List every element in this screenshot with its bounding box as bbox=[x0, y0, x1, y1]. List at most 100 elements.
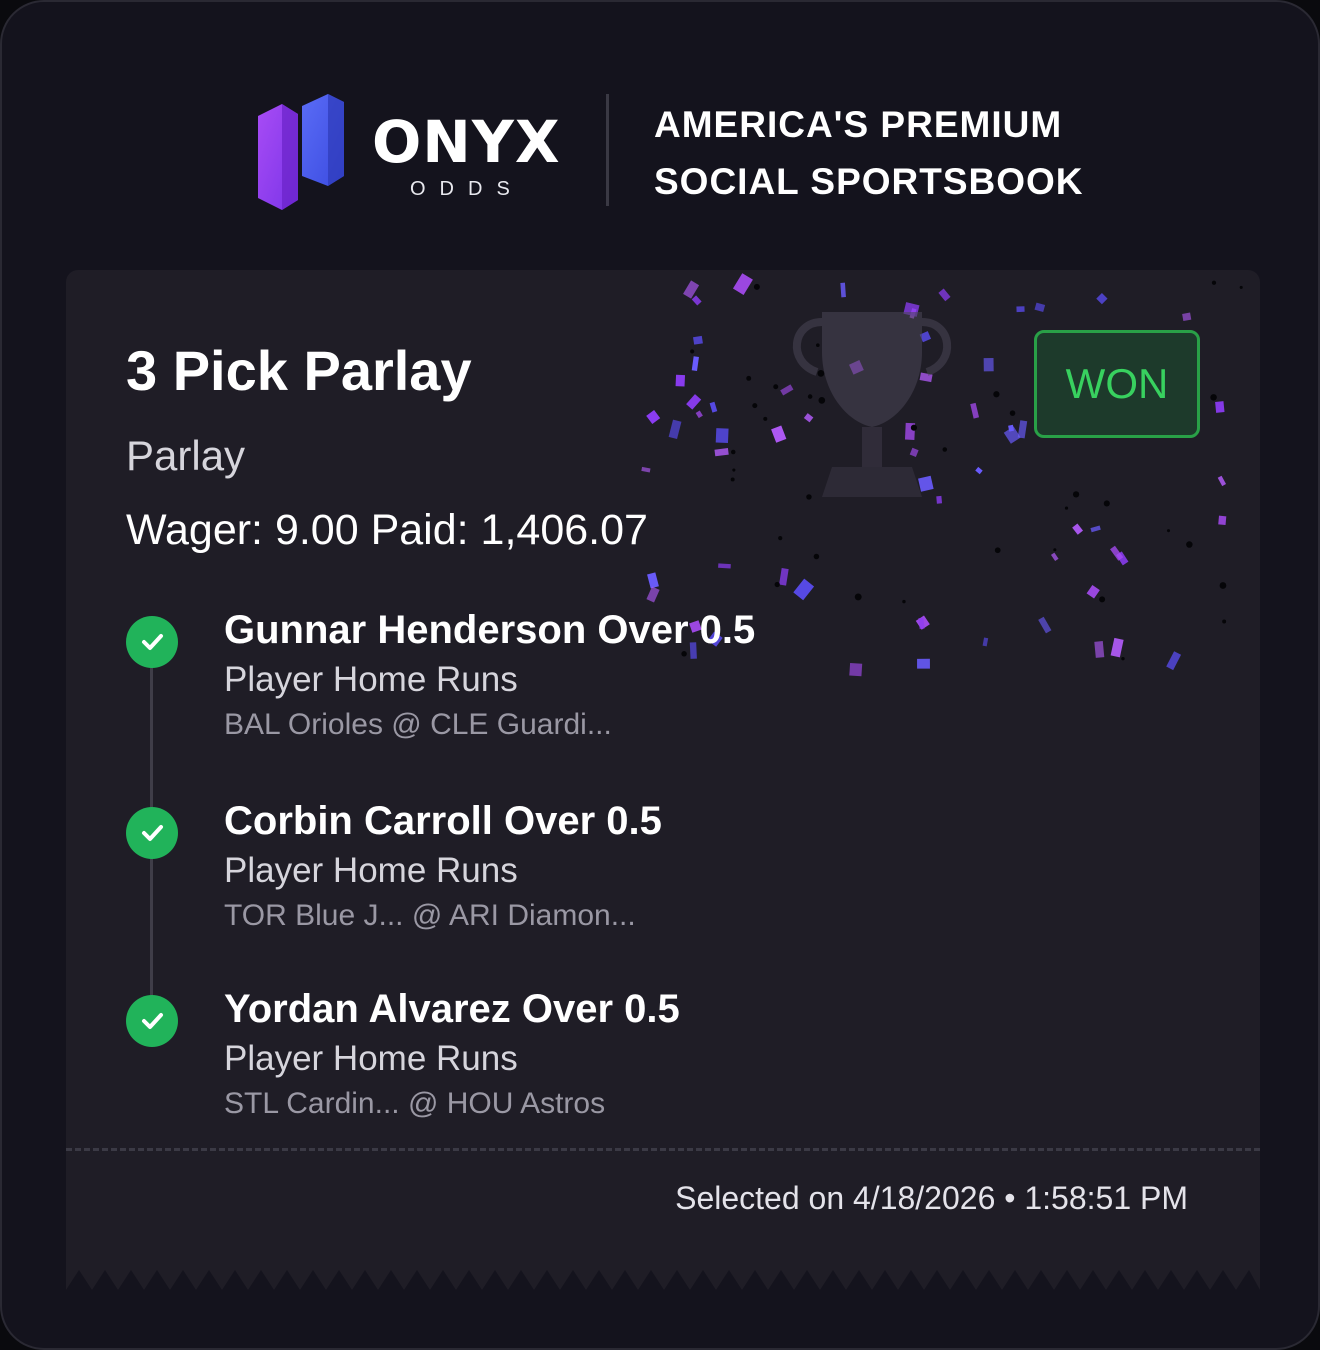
confetti-piece bbox=[1218, 515, 1227, 525]
confetti-dot bbox=[778, 536, 783, 541]
check-icon bbox=[126, 995, 178, 1047]
brand-tagline: AMERICA'S PREMIUM SOCIAL SPORTSBOOK bbox=[654, 96, 1084, 210]
confetti-dot bbox=[1219, 582, 1227, 589]
confetti-piece bbox=[970, 402, 980, 419]
status-label: WON bbox=[1065, 360, 1169, 407]
confetti-piece bbox=[793, 578, 815, 601]
confetti-piece bbox=[909, 447, 919, 457]
confetti-piece bbox=[1096, 293, 1108, 305]
confetti-piece bbox=[715, 428, 729, 444]
confetti-piece bbox=[1182, 312, 1192, 321]
confetti-dot bbox=[753, 283, 760, 290]
confetti-piece bbox=[668, 419, 682, 440]
confetti-dot bbox=[1121, 656, 1125, 661]
confetti-piece bbox=[771, 425, 787, 443]
confetti-dot bbox=[817, 369, 825, 377]
confetti-piece bbox=[918, 475, 934, 492]
confetti-piece bbox=[1072, 523, 1084, 535]
confetti-dot bbox=[1222, 619, 1227, 624]
confetti-dot bbox=[1186, 541, 1193, 548]
wager-paid: Wager: 9.00 Paid: 1,406.07 bbox=[126, 506, 648, 554]
pick-market: Player Home Runs bbox=[224, 851, 518, 890]
bet-type: Parlay bbox=[126, 432, 246, 479]
tagline-line-2: SOCIAL SPORTSBOOK bbox=[654, 161, 1084, 202]
confetti-piece bbox=[641, 466, 651, 473]
confetti-dot bbox=[690, 349, 695, 354]
pick-game: TOR Blue J... @ ARI Diamon... bbox=[224, 899, 636, 932]
pick-game: BAL Orioles @ CLE Guardi... bbox=[224, 708, 612, 741]
confetti-piece bbox=[1215, 401, 1225, 413]
confetti-dot bbox=[807, 394, 813, 399]
confetti-dot bbox=[1166, 529, 1171, 533]
confetti-dot bbox=[746, 375, 752, 381]
pick-market: Player Home Runs bbox=[224, 1039, 518, 1078]
confetti-dot bbox=[774, 581, 780, 588]
confetti-dot bbox=[813, 553, 820, 560]
confetti-piece bbox=[938, 288, 951, 302]
confetti-dot bbox=[910, 424, 918, 431]
confetti-dot bbox=[902, 599, 906, 604]
pick-name: Corbin Carroll Over 0.5 bbox=[224, 799, 662, 843]
confetti-dot bbox=[1009, 410, 1016, 416]
confetti-dot bbox=[1053, 548, 1057, 552]
confetti-dot bbox=[732, 468, 736, 472]
confetti-piece bbox=[683, 280, 700, 299]
confetti-piece bbox=[1090, 525, 1101, 533]
pick-game: STL Cardin... @ HOU Astros bbox=[224, 1087, 606, 1120]
confetti-piece bbox=[1086, 584, 1100, 599]
confetti-piece bbox=[840, 282, 846, 298]
confetti-piece bbox=[732, 273, 753, 295]
header-divider bbox=[606, 94, 609, 206]
status-badge: WON bbox=[1034, 330, 1200, 438]
confetti-dot bbox=[752, 403, 758, 409]
brand-name: ONYX bbox=[372, 108, 561, 176]
confetti-piece bbox=[1034, 302, 1046, 313]
confetti-piece bbox=[780, 384, 794, 396]
confetti-piece bbox=[1110, 637, 1124, 658]
confetti-piece bbox=[1016, 306, 1025, 313]
confetti-dot bbox=[1064, 506, 1069, 510]
ticket-edge bbox=[66, 1270, 1260, 1304]
tagline-line-1: AMERICA'S PREMIUM bbox=[654, 104, 1063, 145]
confetti-dot bbox=[816, 343, 820, 347]
confetti-piece bbox=[1166, 651, 1182, 671]
confetti-piece bbox=[1038, 616, 1052, 634]
confetti-dot bbox=[1072, 491, 1080, 498]
check-icon bbox=[126, 616, 178, 668]
confetti-piece bbox=[1094, 641, 1105, 658]
confetti-dot bbox=[1239, 285, 1243, 289]
confetti-piece bbox=[646, 409, 661, 425]
confetti-piece bbox=[693, 335, 703, 345]
pick-market: Player Home Runs bbox=[224, 660, 518, 699]
confetti-dot bbox=[763, 416, 768, 421]
confetti-dot bbox=[806, 494, 812, 500]
confetti-dot bbox=[730, 477, 735, 482]
header: ONYX ODDS AMERICA'S PREMIUM SOCIAL SPORT… bbox=[2, 2, 1318, 252]
confetti-dot bbox=[993, 391, 1000, 398]
confetti-piece bbox=[691, 295, 702, 306]
confetti-dot bbox=[818, 397, 826, 404]
confetti-piece bbox=[714, 447, 729, 457]
confetti-piece bbox=[695, 410, 703, 419]
confetti-piece bbox=[1217, 475, 1227, 487]
check-icon bbox=[126, 807, 178, 859]
bet-slip-frame: ONYX ODDS AMERICA'S PREMIUM SOCIAL SPORT… bbox=[0, 0, 1320, 1350]
confetti-piece bbox=[779, 567, 789, 586]
confetti-dot bbox=[854, 593, 862, 601]
confetti-piece bbox=[983, 358, 994, 372]
confetti-piece bbox=[1050, 552, 1059, 562]
confetti-piece bbox=[975, 466, 983, 475]
confetti-piece bbox=[686, 394, 702, 410]
confetti-piece bbox=[1017, 420, 1028, 439]
confetti-piece bbox=[917, 658, 930, 669]
confetti-dot bbox=[1210, 394, 1217, 401]
confetti-piece bbox=[675, 374, 686, 387]
pick-name: Yordan Alvarez Over 0.5 bbox=[224, 987, 680, 1031]
confetti-piece bbox=[646, 586, 660, 603]
confetti-piece bbox=[709, 401, 718, 413]
confetti-dot bbox=[942, 447, 948, 452]
bet-title: 3 Pick Parlay bbox=[126, 339, 472, 402]
confetti-dot bbox=[994, 547, 1001, 554]
confetti-dot bbox=[773, 384, 779, 390]
pick-name: Gunnar Henderson Over 0.5 bbox=[224, 608, 756, 652]
